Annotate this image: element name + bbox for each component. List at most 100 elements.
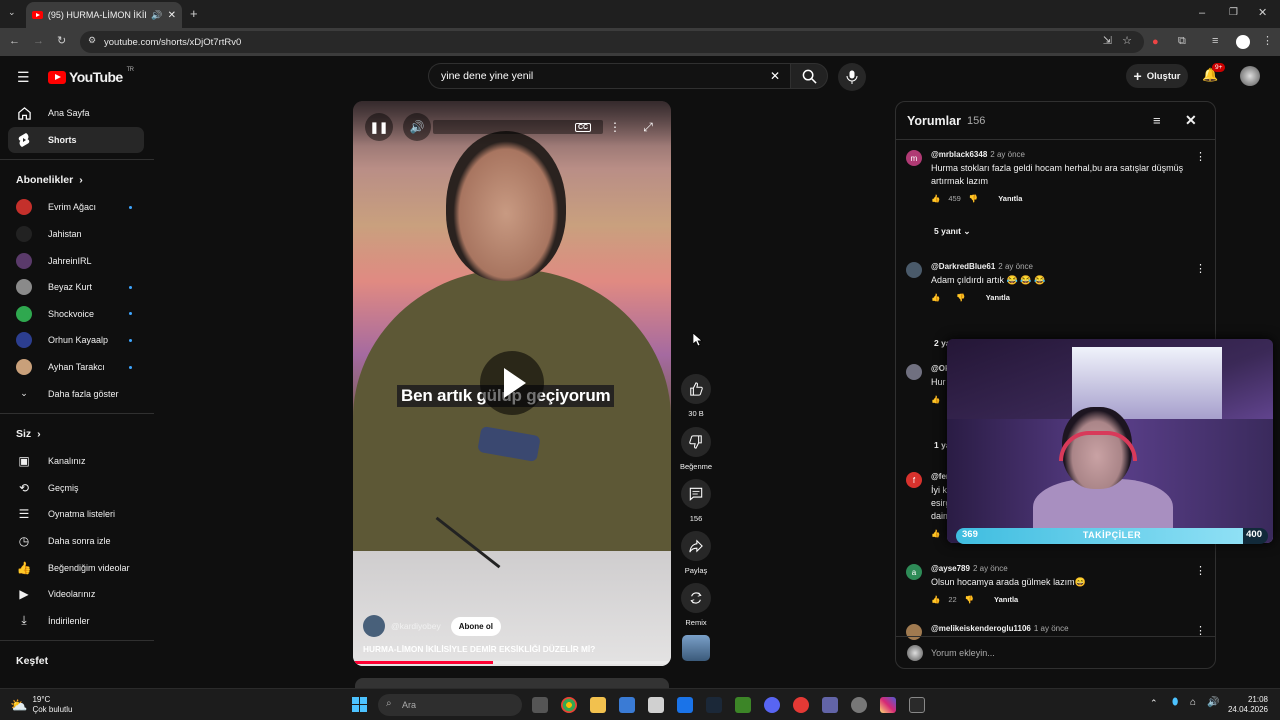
thumbs-up-icon[interactable]: 👍 [931,529,940,538]
shorts-video-player[interactable]: ❚❚ 🔊 CC ⋮ ⤢ Ben artık gülüp geçiyorum @k… [353,101,671,666]
speaker-icon[interactable]: 🔊 [151,10,162,21]
reply-button[interactable]: Yanıtla [986,293,1010,302]
extensions-puzzle-icon[interactable]: ⧉ [1178,36,1186,47]
youtube-logo[interactable]: YouTube TR [48,67,134,85]
clock[interactable]: 21:08 24.04.2026 [1226,695,1268,715]
windows-start-icon[interactable] [352,697,367,712]
more-vert-icon[interactable]: ⋮ [1195,262,1206,275]
sort-icon[interactable]: ≡ [1153,113,1161,128]
forward-icon[interactable]: → [33,36,44,47]
clear-search-icon[interactable]: ✕ [770,69,780,83]
sidebar-item-playlist[interactable]: ☰ Oynatma listeleri [0,501,154,528]
you-heading[interactable]: Siz › [0,420,154,448]
browser-tab[interactable]: (95) HURMA-LİMON İKİLİSİ 🔊 ✕ [26,2,182,28]
commenter-avatar[interactable]: a [906,564,922,580]
window-close-icon[interactable]: ✕ [1258,8,1267,19]
show-replies-button[interactable]: 5 yanıt ⌄ [934,226,970,237]
more-options-button[interactable]: ⋮ [601,113,629,141]
sidebar-item-subscription[interactable]: Ayhan Tarakcı [0,354,154,381]
extension-icon[interactable]: ● [1152,37,1159,48]
instagram-icon[interactable] [880,697,896,713]
commenter-avatar[interactable]: m [906,150,922,166]
install-icon[interactable]: ⇲ [1103,36,1112,47]
search-button[interactable] [790,63,828,89]
commenter-avatar[interactable] [906,364,922,380]
thumbs-down-icon[interactable]: 👎 [965,595,974,604]
create-button[interactable]: + Oluştur [1126,64,1188,88]
tab-list-icon[interactable]: ⌄ [8,8,16,17]
add-comment-row[interactable]: Yorum ekleyin... [896,636,1215,668]
bookmark-star-icon[interactable]: ☆ [1122,36,1132,47]
discord-icon[interactable] [764,697,780,713]
sidebar-item-like[interactable]: 👍 Beğendiğim videolar [0,554,154,581]
sidebar-item-shorts[interactable]: Shorts [8,126,144,154]
account-avatar[interactable] [1240,66,1260,86]
sidebar-item-subscription[interactable]: Evrim Ağacı [0,194,154,221]
thumbs-up-icon[interactable]: 👍 [931,395,940,404]
comment-author[interactable]: @mrblack6348 [931,150,987,159]
network-icon[interactable]: ⌂ [1190,697,1196,708]
commenter-avatar[interactable]: f [906,472,922,488]
app-icon[interactable] [909,697,925,713]
tray-chevron-icon[interactable]: ⌃ [1150,698,1158,709]
channel-name[interactable]: @kardiyobey [391,621,441,631]
close-comments-icon[interactable]: ✕ [1185,112,1197,129]
subscribe-button[interactable]: Abone ol [450,616,501,636]
subscriptions-heading[interactable]: Abonelikler › [0,166,154,194]
url-field[interactable]: ⚙ youtube.com/shorts/xDjOt7rtRv0 ⇲ ☆ [80,31,1144,53]
close-tab-icon[interactable]: ✕ [168,10,176,21]
settings-icon[interactable] [851,697,867,713]
minecraft-icon[interactable] [735,697,751,713]
media-player-icon[interactable] [793,697,809,713]
reload-icon[interactable]: ↻ [57,36,66,47]
teams-icon[interactable] [822,697,838,713]
sound-thumbnail[interactable] [682,635,710,661]
comment-author[interactable]: @ayse789 [931,564,970,573]
share-action[interactable]: Paylaş [680,531,712,575]
task-view-icon[interactable] [532,697,548,713]
thumbs-down-icon[interactable]: 👎 [969,194,978,203]
sidebar-item-account[interactable]: ▣ Kanalınız [0,448,154,475]
sidebar-item-subscription[interactable]: Shockvoice [0,301,154,328]
restore-icon[interactable]: ❐ [1229,8,1238,18]
thumbs-up-icon[interactable]: 👍 [931,293,940,302]
comments-action[interactable]: 156 [680,479,712,523]
volume-button[interactable]: 🔊 [403,113,431,141]
volume-tray-icon[interactable]: 🔊 [1207,697,1219,708]
profile-avatar[interactable] [1236,35,1250,49]
voice-search-button[interactable] [838,63,866,91]
remix-action[interactable]: Remix [680,583,712,627]
media-icon[interactable]: ≡ [1212,36,1218,47]
sidebar-item-home[interactable]: Ana Sayfa [0,100,154,127]
reply-button[interactable]: Yanıtla [998,194,1022,203]
thumbs-up-icon[interactable]: 👍 [931,194,940,203]
file-explorer-icon[interactable] [590,697,606,713]
mail-icon[interactable] [677,697,693,713]
store-icon[interactable] [648,697,664,713]
minimize-icon[interactable]: – [1199,8,1205,19]
sidebar-item-clock[interactable]: ◷ Daha sonra izle [0,528,154,555]
comment-author[interactable]: @DarkredBlue61 [931,262,995,271]
browser-menu-icon[interactable]: ⋮ [1262,36,1273,47]
reply-button[interactable]: Yanıtla [994,595,1018,604]
new-tab-icon[interactable]: + [190,7,198,20]
pause-button[interactable]: ❚❚ [365,113,393,141]
dislike-action[interactable]: Beğenme [680,427,712,471]
show-more-button[interactable]: ⌄ Daha fazla göster [0,380,154,407]
sidebar-item-subscription[interactable]: JahreinIRL [0,247,154,274]
thumbs-down-icon[interactable]: 👎 [956,293,965,302]
more-vert-icon[interactable]: ⋮ [1195,150,1206,163]
chrome-icon[interactable] [561,697,577,713]
notifications-button[interactable]: 🔔 9+ [1202,63,1226,83]
back-icon[interactable]: ← [9,36,20,47]
taskbar-search[interactable]: ⌕ Ara [378,694,522,716]
sidebar-item-video[interactable]: ▶ Videolarınız [0,581,154,608]
thumbs-up-icon[interactable]: 👍 [931,595,940,604]
comment-author[interactable]: @melikeiskenderoglu1106 [931,624,1031,633]
steam-icon[interactable] [706,697,722,713]
search-input[interactable]: yine dene yine yenil ✕ [428,63,790,89]
sidebar-item-subscription[interactable]: Jahistan [0,221,154,248]
video-progress-bar[interactable] [353,661,671,664]
commenter-avatar[interactable] [906,262,922,278]
next-short-preview[interactable] [355,678,669,688]
